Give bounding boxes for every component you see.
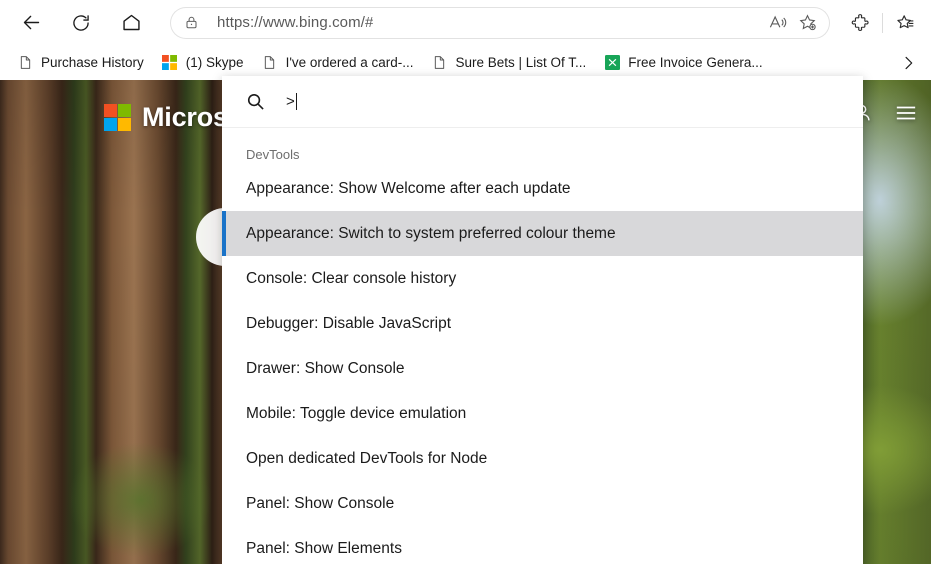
address-bar[interactable]: https://www.bing.com/#	[170, 6, 830, 39]
bookmarks-overflow-button[interactable]	[895, 50, 921, 76]
browser-toolbar: https://www.bing.com/#	[0, 0, 931, 45]
add-favorite-icon[interactable]	[792, 8, 822, 38]
bookmarks-bar: Purchase History (1) Skype I've ordered …	[0, 45, 931, 80]
back-button[interactable]	[14, 6, 48, 40]
read-aloud-icon[interactable]	[762, 8, 792, 38]
command-palette-list: Appearance: Show Welcome after each upda…	[222, 166, 863, 564]
command-item[interactable]: Console: Clear console history	[222, 256, 863, 301]
command-item-selected[interactable]: Appearance: Switch to system preferred c…	[222, 211, 863, 256]
command-item[interactable]: Appearance: Show Welcome after each upda…	[222, 166, 863, 211]
page-icon	[431, 55, 447, 71]
devtools-command-palette: > DevTools Appearance: Show Welcome afte…	[222, 76, 863, 564]
hamburger-menu-icon[interactable]	[895, 104, 917, 127]
command-palette-input-row[interactable]: >	[222, 76, 863, 128]
microsoft-logo-icon	[104, 104, 131, 131]
command-item[interactable]: Debugger: Disable JavaScript	[222, 301, 863, 346]
reload-button[interactable]	[64, 6, 98, 40]
bookmark-ive-ordered-a-card[interactable]: I've ordered a card-...	[255, 50, 421, 76]
command-item-label: Open dedicated DevTools for Node	[246, 449, 488, 467]
command-item-label: Appearance: Show Welcome after each upda…	[246, 179, 571, 197]
command-item-label: Panel: Show Elements	[246, 539, 402, 557]
extensions-icon[interactable]	[844, 7, 876, 39]
command-palette-input[interactable]: >	[286, 93, 297, 110]
command-item-label: Mobile: Toggle device emulation	[246, 404, 467, 422]
browser-chrome: https://www.bing.com/# Purchase History …	[0, 0, 931, 80]
home-button[interactable]	[114, 6, 148, 40]
command-item-label: Panel: Show Console	[246, 494, 395, 512]
bookmark-label: Purchase History	[41, 55, 144, 70]
invoice-icon	[604, 55, 620, 71]
command-item-label: Console: Clear console history	[246, 269, 457, 287]
command-item[interactable]: Panel: Show Console	[222, 481, 863, 526]
page-icon	[17, 55, 33, 71]
bookmark-label: Sure Bets | List Of T...	[455, 55, 587, 70]
command-item-label: Debugger: Disable JavaScript	[246, 314, 452, 332]
address-bar-url: https://www.bing.com/#	[217, 14, 374, 31]
search-icon	[246, 92, 265, 111]
command-item[interactable]: Mobile: Toggle device emulation	[222, 391, 863, 436]
bookmark-label: (1) Skype	[185, 55, 244, 70]
bookmark-purchase-history[interactable]: Purchase History	[10, 50, 151, 76]
bookmark-label: I've ordered a card-...	[285, 55, 414, 70]
address-bar-actions	[762, 8, 830, 38]
palette-section-header: DevTools	[246, 147, 300, 162]
lock-icon	[184, 15, 199, 30]
command-palette-query-text: >	[286, 93, 295, 110]
page-icon	[262, 55, 278, 71]
text-caret	[295, 93, 297, 110]
command-item-label: Drawer: Show Console	[246, 359, 405, 377]
bookmark-skype[interactable]: (1) Skype	[155, 50, 251, 76]
command-item-label: Appearance: Switch to system preferred c…	[246, 224, 616, 242]
command-item[interactable]: Drawer: Show Console	[222, 346, 863, 391]
bookmark-sure-bets[interactable]: Sure Bets | List Of T...	[424, 50, 593, 76]
command-item[interactable]: Panel: Show Elements	[222, 526, 863, 564]
microsoft-icon	[162, 55, 178, 71]
favorites-icon[interactable]	[889, 7, 921, 39]
command-item[interactable]: Open dedicated DevTools for Node	[222, 436, 863, 481]
toolbar-divider	[882, 12, 883, 33]
bookmark-label: Free Invoice Genera...	[628, 55, 763, 70]
bookmark-free-invoice-generator[interactable]: Free Invoice Genera...	[597, 50, 769, 76]
toolbar-right-actions	[844, 7, 931, 39]
